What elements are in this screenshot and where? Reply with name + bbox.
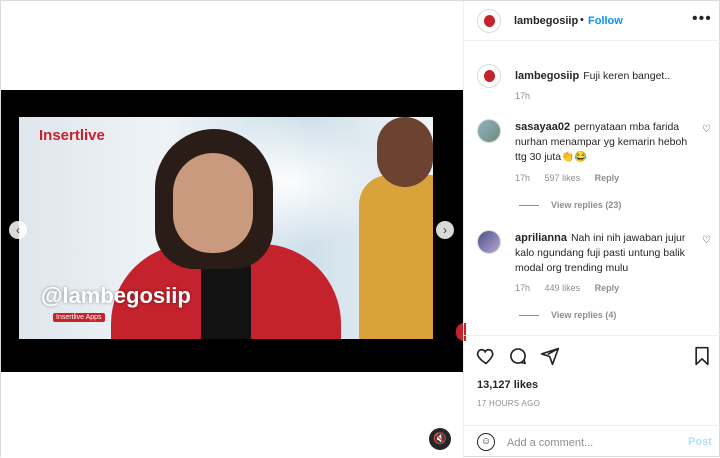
emoji-icon[interactable]: ☺ <box>477 433 495 451</box>
post-actions: 13,127 likes 17 HOURS AGO <box>464 335 720 425</box>
channel-logo: Insertlive <box>39 127 105 144</box>
video-frame: Insertlive @lambegosiip Insertlive Apps <box>19 117 433 339</box>
comment-bubble-icon[interactable] <box>508 346 528 370</box>
post-timestamp[interactable]: 17 HOURS AGO <box>477 399 540 408</box>
comment-likes[interactable]: 449 likes <box>545 283 581 293</box>
caption-meta: 17h <box>515 91 542 101</box>
second-subject-head <box>377 117 433 187</box>
author-username[interactable]: lambegosiip <box>514 15 578 27</box>
previous-media-button[interactable]: ‹ <box>9 221 27 239</box>
caption-username[interactable]: lambegosiip <box>515 70 579 82</box>
mute-icon[interactable]: 🔇 <box>429 428 451 450</box>
post-comment-button[interactable]: Post <box>688 436 712 448</box>
view-replies-button[interactable]: View replies (23) <box>519 200 621 210</box>
reply-button[interactable]: Reply <box>595 173 620 183</box>
share-paper-plane-icon[interactable] <box>540 346 560 370</box>
channel-logo-text: Insertlive <box>39 127 105 144</box>
comment-time[interactable]: 17h <box>515 173 530 183</box>
second-subject-body <box>359 175 433 339</box>
add-comment-bar: ☺ Post <box>464 425 720 458</box>
replies-divider <box>519 205 539 207</box>
commenter-avatar[interactable] <box>477 230 501 254</box>
caption-text-wrap: lambegosiip Fuji keren banget.. <box>515 69 700 84</box>
video-second-subject <box>359 117 433 339</box>
reply-button[interactable]: Reply <box>595 283 620 293</box>
comment-text-wrap: aprilianna Nah ini nih jawaban jujur kalo… <box>515 231 700 276</box>
comment-likes[interactable]: 597 likes <box>545 173 581 183</box>
author-avatar[interactable] <box>477 9 501 33</box>
view-replies-label: View replies (23) <box>551 200 622 210</box>
comment-like-icon[interactable]: ♡ <box>702 235 711 246</box>
comment-username[interactable]: aprilianna <box>515 232 567 244</box>
comment-username[interactable]: sasayaa02 <box>515 121 570 133</box>
video-watermark: @lambegosiip <box>41 283 191 308</box>
follow-button[interactable]: Follow <box>588 15 623 27</box>
view-replies-label: View replies (4) <box>551 310 617 320</box>
like-heart-icon[interactable] <box>476 346 496 370</box>
post-header: lambegosiip • Follow ••• <box>464 1 720 41</box>
post-dialog: Insertlive @lambegosiip Insertlive Apps … <box>0 0 720 458</box>
header-separator: • <box>580 14 584 26</box>
comment-meta: 17h 597 likes Reply <box>515 173 631 183</box>
save-bookmark-icon[interactable] <box>693 346 711 370</box>
commenter-avatar[interactable] <box>477 119 501 143</box>
replies-divider <box>519 315 539 317</box>
video-player[interactable]: Insertlive @lambegosiip Insertlive Apps <box>1 90 463 372</box>
subject-face <box>173 153 253 253</box>
next-media-button[interactable]: › <box>436 221 454 239</box>
more-options-icon[interactable]: ••• <box>692 10 712 28</box>
comment-like-icon[interactable]: ♡ <box>702 124 711 135</box>
caption-avatar[interactable] <box>477 64 501 88</box>
add-comment-input[interactable] <box>507 434 677 452</box>
view-replies-button[interactable]: View replies (4) <box>519 310 616 320</box>
comment-meta: 17h 449 likes Reply <box>515 283 631 293</box>
comment-text-wrap: sasayaa02 pernyataan mba farida nurhan me… <box>515 120 700 165</box>
caption-text: Fuji keren banget.. <box>583 70 671 82</box>
media-panel: Insertlive @lambegosiip Insertlive Apps … <box>1 1 466 458</box>
comments-list[interactable]: lambegosiip Fuji keren banget.. 17h sasay… <box>464 42 720 335</box>
caption-time[interactable]: 17h <box>515 91 530 101</box>
video-sub-logo: Insertlive Apps <box>53 313 105 322</box>
post-sidebar: lambegosiip • Follow ••• lambegosiip Fuji… <box>463 1 720 458</box>
likes-count[interactable]: 13,127 likes <box>477 379 538 391</box>
comment-time[interactable]: 17h <box>515 283 530 293</box>
